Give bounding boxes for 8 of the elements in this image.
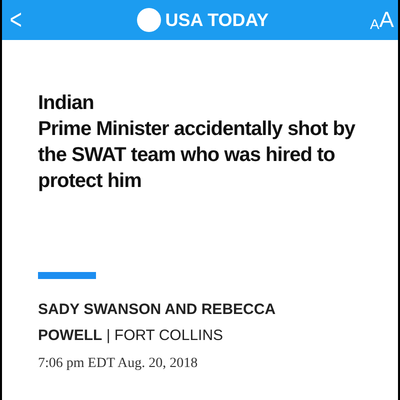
timestamp: 7:06 pm EDT Aug. 20, 2018 [38,355,199,373]
back-button[interactable]: < [10,6,32,34]
text-size-button[interactable]: AA [370,9,394,31]
accent-bar [38,272,96,279]
byline: SADY SWANSON AND REBECCA POWELL | FORT COLLINS [38,300,276,346]
logo-text: USA TODAY [165,8,269,32]
logo-icon [137,8,162,32]
headline: Indian Prime Minister accidentally shot by the SWAT team who was hired to protect him [38,91,356,194]
